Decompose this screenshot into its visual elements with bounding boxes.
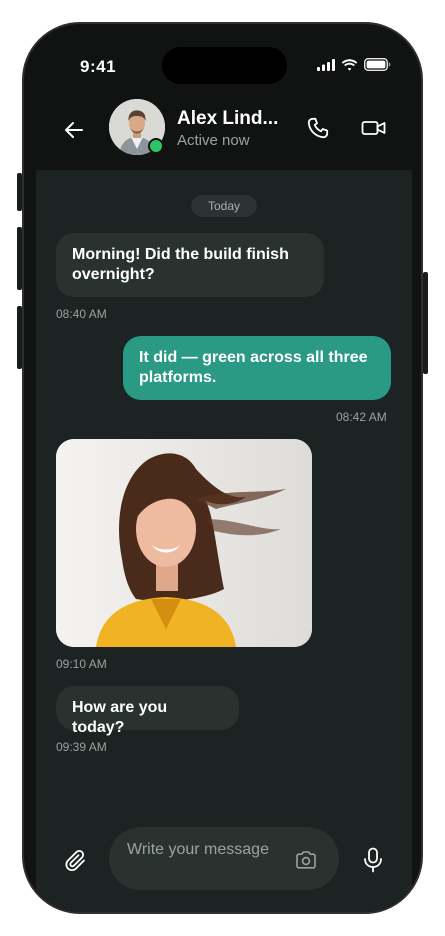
message-input[interactable] bbox=[125, 835, 289, 865]
paperclip-icon[interactable] bbox=[64, 849, 88, 873]
dynamic-island bbox=[162, 47, 287, 84]
status-time: 9:41 bbox=[80, 57, 117, 76]
online-status-dot bbox=[148, 138, 164, 154]
message-time: 08:40 AM bbox=[56, 307, 107, 321]
message-time: 09:10 AM bbox=[56, 657, 107, 671]
outgoing-message: It did — green across all three platform… bbox=[123, 336, 391, 400]
message-time: 09:39 AM bbox=[56, 740, 107, 754]
contact-name: Alex Lind... bbox=[177, 108, 279, 129]
power-button bbox=[423, 272, 428, 374]
message-field bbox=[109, 827, 339, 890]
phone-frame: 9:41 Alex Lind... Active now Today Morni… bbox=[22, 22, 423, 914]
microphone-icon[interactable] bbox=[362, 847, 384, 873]
status-icons bbox=[317, 58, 391, 71]
incoming-message: How are you today? bbox=[56, 686, 239, 736]
message-list[interactable]: Today Morning! Did the build finish over… bbox=[36, 170, 412, 814]
back-arrow-icon[interactable] bbox=[62, 118, 86, 142]
battery-icon bbox=[364, 58, 391, 71]
signal-icon bbox=[317, 58, 335, 71]
message-composer bbox=[36, 814, 412, 912]
wifi-icon bbox=[341, 58, 358, 71]
contact-status: Active now bbox=[177, 132, 250, 149]
image-message[interactable] bbox=[56, 439, 312, 647]
phone-icon[interactable] bbox=[306, 116, 330, 140]
message-time: 08:42 AM bbox=[336, 410, 387, 424]
date-separator: Today bbox=[191, 195, 257, 217]
chat-header: Alex Lind... Active now bbox=[24, 96, 421, 172]
incoming-message: Morning! Did the build finish overnight? bbox=[56, 233, 324, 297]
camera-icon[interactable] bbox=[295, 851, 317, 869]
video-camera-icon[interactable] bbox=[361, 116, 387, 140]
portrait-photo bbox=[56, 439, 312, 647]
